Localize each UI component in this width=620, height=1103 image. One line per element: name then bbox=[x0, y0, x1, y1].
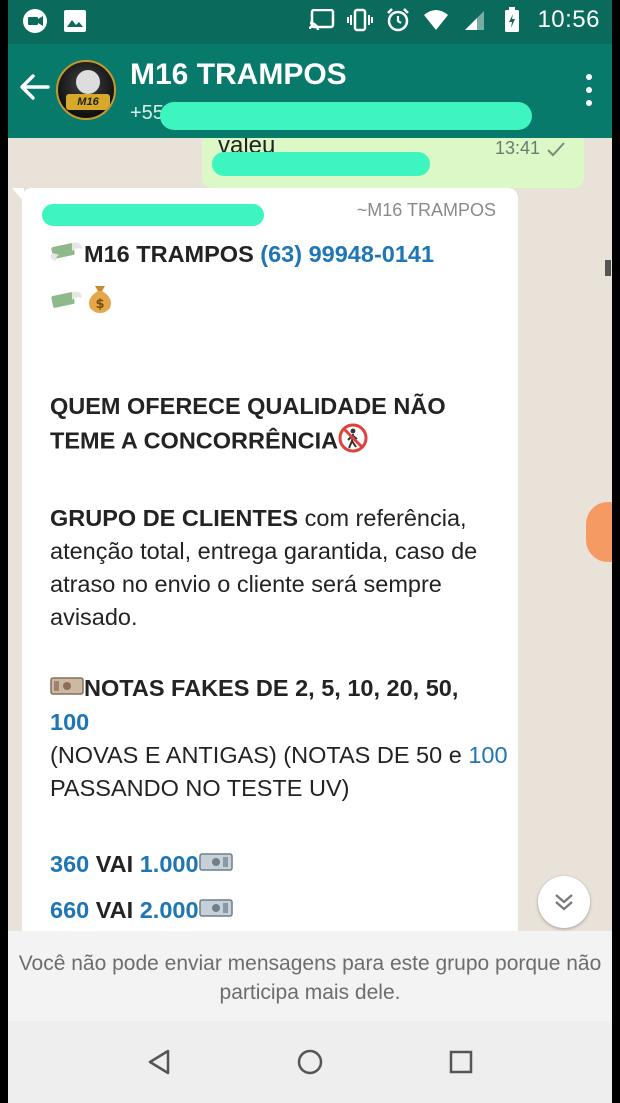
message-sender: ~M16 TRAMPOS bbox=[356, 200, 496, 220]
banknote-icon bbox=[198, 895, 233, 928]
message-list[interactable]: 13:41 valeu ~M16 TRAMPOS M16 TRAMPOS (63… bbox=[8, 138, 612, 931]
offer-price-link[interactable]: 360 bbox=[50, 851, 89, 877]
floating-bubble[interactable] bbox=[586, 502, 612, 562]
battery-charging-icon bbox=[499, 7, 525, 33]
notification-icon bbox=[22, 8, 48, 34]
chat-title[interactable]: M16 TRAMPOS bbox=[130, 58, 347, 92]
group-bold-text: GRUPO DE CLIENTES bbox=[50, 505, 299, 531]
scroll-to-bottom-button[interactable] bbox=[538, 876, 590, 928]
message-headline: QUEM OFERECE QUALIDADE NÃO TEME A CONCOR… bbox=[50, 390, 510, 462]
message-line-contact: M16 TRAMPOS (63) 99948-0141 bbox=[50, 238, 510, 272]
overflow-menu-icon[interactable] bbox=[584, 74, 594, 106]
nav-recents-icon[interactable] bbox=[446, 1047, 476, 1077]
offer-amount-link[interactable]: 2.000 bbox=[140, 897, 199, 923]
message-paragraph-group: GRUPO DE CLIENTES com referência, atençã… bbox=[50, 502, 510, 634]
chat-subtitle: +55 bbox=[130, 102, 164, 124]
message-bold-title: M16 TRAMPOS bbox=[84, 241, 254, 267]
bubble-tail bbox=[12, 188, 24, 202]
notes-text-a: (NOVAS E ANTIGAS) (NOTAS DE 50 e bbox=[50, 742, 469, 769]
clock-time: 10:56 bbox=[537, 6, 600, 33]
notes-number-link-2[interactable]: 100 bbox=[468, 742, 507, 768]
message-emoji-line: $ bbox=[50, 282, 510, 323]
money-wings-icon bbox=[50, 284, 84, 321]
signal-icon bbox=[461, 7, 487, 33]
offer-line-2: 660 VAI 2.000 bbox=[50, 894, 510, 928]
money-wings-icon bbox=[50, 239, 84, 272]
back-arrow-icon[interactable] bbox=[18, 70, 52, 104]
notes-bold-text: NOTAS FAKES DE 2, 5, 10, 20, 50, bbox=[84, 675, 459, 701]
double-chevron-down-icon bbox=[555, 894, 573, 911]
cannot-send-notice: Você não pode enviar mensagens para este… bbox=[8, 931, 612, 1021]
notes-text-b: PASSANDO NO TESTE UV) bbox=[50, 775, 350, 802]
scroll-indicator bbox=[605, 260, 611, 276]
wifi-icon bbox=[423, 7, 449, 33]
offer-line-1: 360 VAI 1.000 bbox=[50, 848, 510, 882]
phone-screen: 10:56 M16 M16 TRAMPOS +55 13:41 valeu ~M… bbox=[8, 0, 612, 1103]
money-bag-icon: $ bbox=[84, 282, 116, 323]
image-icon bbox=[62, 8, 88, 34]
message-paragraph-notes: NOTAS FAKES DE 2, 5, 10, 20, 50, 100 (NOVA… bbox=[50, 672, 510, 805]
nav-home-icon[interactable] bbox=[295, 1047, 325, 1077]
sent-check-icon bbox=[547, 141, 565, 156]
redaction-mark bbox=[42, 204, 264, 226]
group-avatar[interactable]: M16 bbox=[56, 60, 116, 120]
mask-graphic bbox=[76, 70, 100, 94]
offer-amount-link[interactable]: 1.000 bbox=[140, 851, 199, 877]
nav-back-icon[interactable] bbox=[144, 1047, 174, 1077]
status-bar: 10:56 bbox=[8, 0, 612, 44]
no-pedestrians-icon bbox=[338, 423, 368, 462]
svg-text:$: $ bbox=[95, 297, 104, 312]
message-time: 13:41 bbox=[495, 138, 566, 159]
cast-icon bbox=[309, 7, 335, 33]
offer-price-link[interactable]: 660 bbox=[50, 897, 89, 923]
offer-connector: VAI bbox=[89, 897, 140, 923]
vibrate-icon bbox=[347, 7, 374, 33]
redaction-mark bbox=[160, 102, 532, 130]
notes-number-link[interactable]: 100 bbox=[50, 709, 89, 735]
offer-connector: VAI bbox=[89, 851, 140, 877]
banknote-icon bbox=[50, 673, 84, 706]
redaction-mark bbox=[212, 152, 430, 176]
phone-link[interactable]: (63) 99948-0141 bbox=[260, 241, 434, 267]
chat-header: M16 M16 TRAMPOS +55 bbox=[8, 44, 612, 138]
avatar-badge: M16 bbox=[66, 94, 110, 110]
incoming-message[interactable]: ~M16 TRAMPOS M16 TRAMPOS (63) 99948-0141… bbox=[12, 188, 518, 931]
alarm-icon bbox=[385, 7, 411, 33]
headline-text: QUEM OFERECE QUALIDADE NÃO TEME A CONCOR… bbox=[50, 393, 446, 454]
banknote-icon bbox=[198, 849, 233, 882]
message-timestamp: 13:41 bbox=[494, 138, 540, 158]
navigation-bar bbox=[8, 1021, 612, 1103]
